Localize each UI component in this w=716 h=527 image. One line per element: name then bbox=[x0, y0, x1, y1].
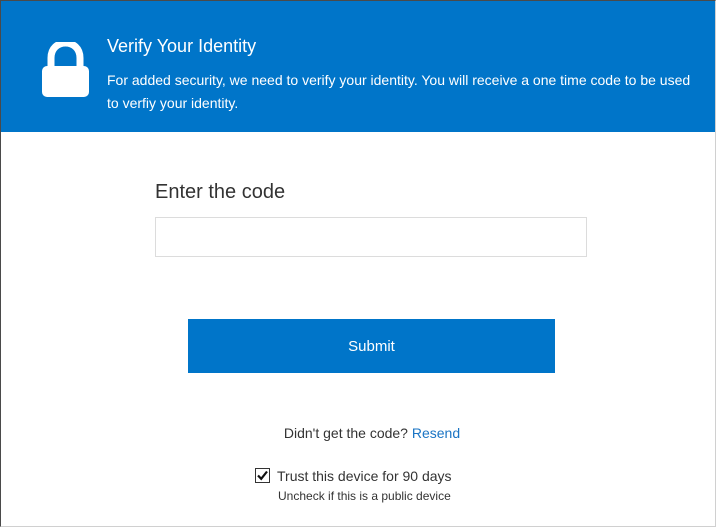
resend-link[interactable]: Resend bbox=[412, 425, 460, 441]
header-description: For added security, we need to verify yo… bbox=[107, 72, 691, 111]
verify-identity-window: Verify Your Identity For added security,… bbox=[0, 0, 716, 527]
trust-device-note: Uncheck if this is a public device bbox=[278, 489, 451, 503]
submit-button[interactable]: Submit bbox=[188, 319, 555, 373]
code-input[interactable] bbox=[155, 217, 587, 257]
checkmark-icon bbox=[257, 470, 268, 481]
lock-icon bbox=[42, 42, 89, 97]
resend-line: Didn't get the code? Resend bbox=[1, 424, 715, 442]
trust-device-checkbox[interactable] bbox=[255, 468, 270, 483]
page-title: Verify Your Identity bbox=[107, 36, 257, 56]
resend-prompt: Didn't get the code? bbox=[283, 425, 408, 441]
code-label: Enter the code bbox=[155, 181, 286, 203]
header-banner: Verify Your Identity For added security,… bbox=[1, 1, 715, 132]
trust-device-label[interactable]: Trust this device for 90 days bbox=[277, 467, 452, 485]
